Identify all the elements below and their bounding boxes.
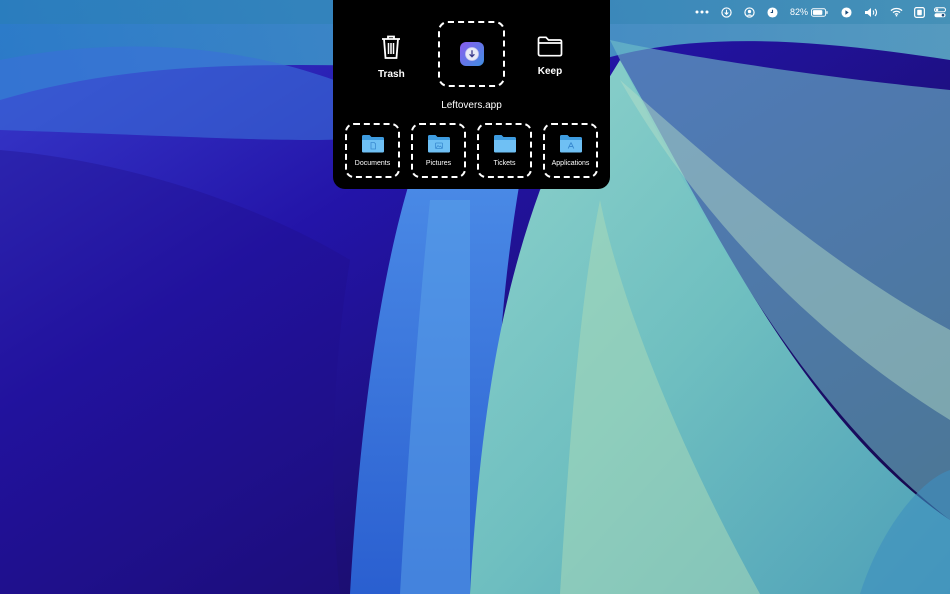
keep-label: Keep bbox=[537, 66, 563, 77]
applications-label: Applications bbox=[551, 160, 590, 167]
more-icon[interactable] bbox=[688, 0, 716, 24]
battery-icon bbox=[811, 7, 828, 17]
documents-drop-zone[interactable]: Documents bbox=[345, 123, 400, 178]
download-icon[interactable] bbox=[716, 0, 738, 24]
drop-panel: Trash Keep Leftovers.app Documents Pictu… bbox=[333, 0, 610, 189]
user-circle-icon[interactable] bbox=[738, 0, 762, 24]
trash-target[interactable]: Trash bbox=[378, 34, 405, 80]
wifi-icon[interactable] bbox=[884, 0, 908, 24]
clock-icon[interactable] bbox=[762, 0, 784, 24]
keep-target[interactable]: Keep bbox=[537, 36, 563, 77]
folder-outline-icon bbox=[537, 36, 563, 62]
menu-bar-status-items: 82% bbox=[688, 0, 950, 24]
battery-percent: 82% bbox=[789, 7, 808, 17]
battery-status[interactable]: 82% bbox=[784, 0, 834, 24]
pictures-drop-zone[interactable]: Pictures bbox=[411, 123, 466, 178]
tickets-drop-zone[interactable]: Tickets bbox=[477, 123, 532, 178]
applications-drop-zone[interactable]: Applications bbox=[543, 123, 598, 178]
trash-icon bbox=[380, 34, 402, 65]
tickets-folder-icon bbox=[493, 134, 517, 158]
control-center-icon[interactable] bbox=[930, 0, 950, 24]
pictures-label: Pictures bbox=[425, 160, 452, 167]
tickets-label: Tickets bbox=[493, 160, 516, 167]
play-icon[interactable] bbox=[834, 0, 858, 24]
app-name-label: Leftovers.app bbox=[441, 100, 502, 111]
pictures-folder-icon bbox=[427, 134, 451, 158]
trash-label: Trash bbox=[378, 69, 405, 80]
applications-folder-icon bbox=[559, 134, 583, 158]
leftovers-app-icon bbox=[459, 42, 484, 66]
documents-folder-icon bbox=[361, 134, 385, 158]
volume-icon[interactable] bbox=[858, 0, 884, 24]
screen-icon[interactable] bbox=[908, 0, 930, 24]
documents-label: Documents bbox=[354, 160, 391, 167]
app-drop-zone[interactable] bbox=[438, 21, 505, 87]
